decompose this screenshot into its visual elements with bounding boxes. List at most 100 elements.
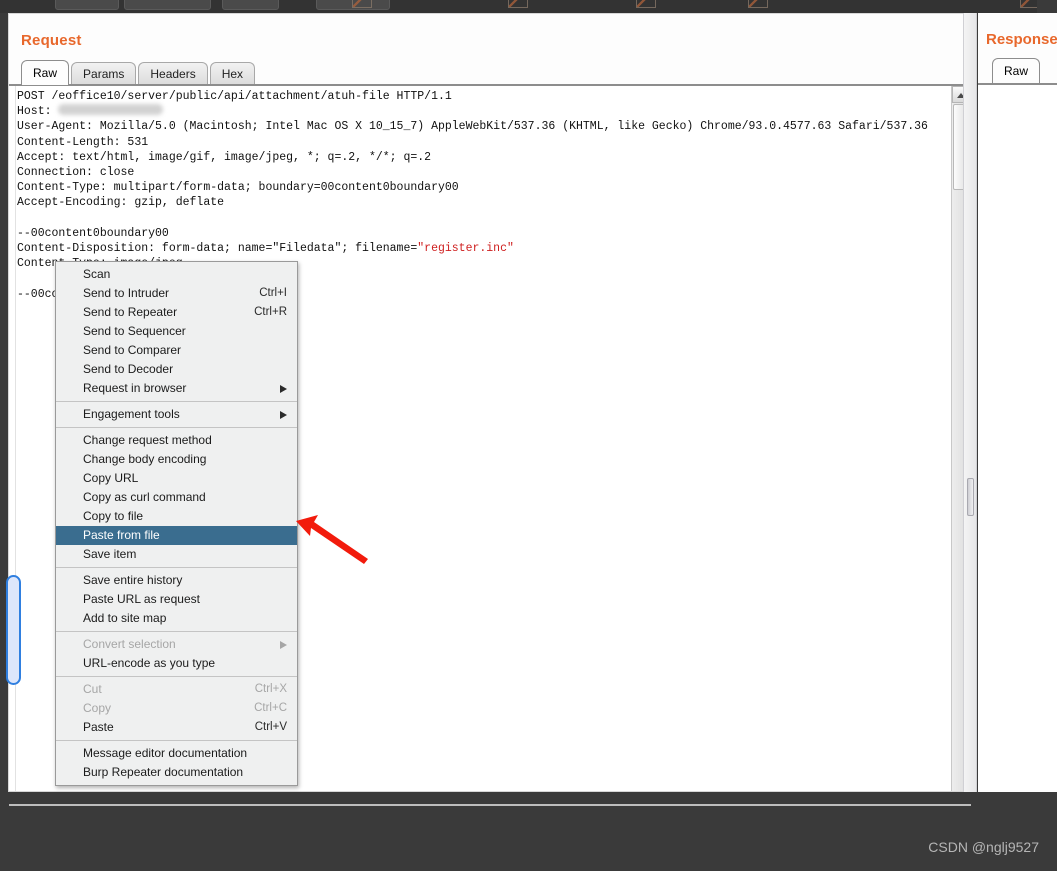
menu-item-label: Save item (83, 547, 137, 561)
toolbar-button-2[interactable] (124, 0, 211, 10)
redacted-host-value (58, 104, 164, 116)
menu-item-label: Copy to file (83, 509, 144, 523)
menu-item-label: Send to Decoder (83, 362, 174, 376)
menu-item-label: Request in browser (83, 381, 187, 395)
menu-separator (56, 631, 297, 632)
submenu-arrow-icon (280, 641, 287, 649)
response-panel: Response Raw (978, 13, 1057, 792)
tab-headers[interactable]: Headers (138, 62, 208, 85)
menu-item-label: URL-encode as you type (83, 656, 216, 670)
menu-item-send-to-decoder[interactable]: Send to Decoder (56, 360, 297, 379)
menu-item-copy-url[interactable]: Copy URL (56, 469, 297, 488)
response-tab-strip[interactable]: Raw (992, 58, 1042, 83)
toolbar-button-3[interactable] (222, 0, 279, 10)
splitter-grip[interactable] (967, 478, 974, 516)
menu-item-label: Send to Comparer (83, 343, 182, 357)
toolbar-icon-3[interactable] (636, 0, 656, 8)
menu-item-label: Engagement tools (83, 407, 180, 421)
menu-item-label: Message editor documentation (83, 746, 248, 760)
panel-splitter[interactable] (963, 13, 977, 792)
menu-item-label: Add to site map (83, 611, 167, 625)
menu-separator (56, 401, 297, 402)
menu-item-label: Paste URL as request (83, 592, 200, 606)
panel-collapse-handle[interactable] (6, 575, 21, 685)
menu-item-label: Burp Repeater documentation (83, 765, 244, 779)
menu-item-shortcut: Ctrl+C (254, 702, 287, 714)
editor-gutter (10, 86, 16, 791)
menu-item-request-in-browser[interactable]: Request in browser (56, 379, 297, 398)
menu-item-label: Paste (83, 720, 114, 734)
menu-item-shortcut: Ctrl+I (259, 287, 287, 299)
menu-item-url-encode-as-you-type[interactable]: URL-encode as you type (56, 654, 297, 673)
menu-item-label: Copy URL (83, 471, 139, 485)
menu-item-shortcut: Ctrl+R (254, 306, 287, 318)
request-line: --00content0boundary00 (17, 226, 169, 240)
menu-item-label: Send to Repeater (83, 305, 178, 319)
request-panel-divider (9, 804, 971, 806)
response-tab-raw[interactable]: Raw (992, 58, 1041, 83)
annotation-arrow-icon (296, 515, 368, 564)
tab-params[interactable]: Params (71, 62, 137, 85)
menu-item-send-to-intruder[interactable]: Send to Intruder Ctrl+I (56, 284, 297, 303)
request-line: Host: (17, 104, 952, 119)
menu-item-copy-to-file[interactable]: Copy to file (56, 507, 297, 526)
menu-item-send-to-repeater[interactable]: Send to Repeater Ctrl+R (56, 303, 297, 322)
menu-item-paste-from-file[interactable]: Paste from file (56, 526, 297, 545)
menu-separator (56, 676, 297, 677)
menu-item-cut: Cut Ctrl+X (56, 680, 297, 699)
menu-item-send-to-comparer[interactable]: Send to Comparer (56, 341, 297, 360)
menu-item-label: Change request method (83, 433, 212, 447)
toolbar-button-1[interactable] (55, 0, 119, 10)
menu-item-paste-url-as-request[interactable]: Paste URL as request (56, 590, 297, 609)
menu-item-paste[interactable]: Paste Ctrl+V (56, 718, 297, 737)
menu-item-label: Copy (83, 701, 112, 715)
response-panel-title: Response (986, 31, 1057, 48)
toolbar-icon-4[interactable] (748, 0, 768, 8)
menu-item-label: Send to Sequencer (83, 324, 186, 338)
menu-item-add-to-site-map[interactable]: Add to site map (56, 609, 297, 628)
tab-hex[interactable]: Hex (209, 62, 256, 85)
menu-item-engagement-tools[interactable]: Engagement tools (56, 405, 297, 424)
menu-item-copy: Copy Ctrl+C (56, 699, 297, 718)
menu-item-change-request-method[interactable]: Change request method (56, 431, 297, 450)
menu-item-convert-selection: Convert selection (56, 635, 297, 654)
request-line: Content-Length: 531 (17, 135, 149, 149)
menu-item-label: Send to Intruder (83, 286, 170, 300)
uploaded-filename: "register.inc" (417, 242, 514, 256)
menu-item-save-entire-history[interactable]: Save entire history (56, 571, 297, 590)
menu-item-change-body-encoding[interactable]: Change body encoding (56, 450, 297, 469)
response-raw-editor[interactable] (978, 85, 1057, 790)
menu-separator (56, 740, 297, 741)
menu-item-burp-repeater-documentation[interactable]: Burp Repeater documentation (56, 763, 297, 782)
context-menu[interactable]: Scan Send to Intruder Ctrl+I Send to Repeat… (55, 261, 298, 786)
menu-item-label: Save entire history (83, 573, 183, 587)
submenu-arrow-icon (280, 385, 287, 393)
tab-raw[interactable]: Raw (21, 60, 70, 85)
toolbar-icon-1[interactable] (352, 0, 372, 8)
menu-item-label: Scan (83, 267, 111, 281)
menu-separator (56, 427, 297, 428)
menu-item-copy-as-curl-command[interactable]: Copy as curl command (56, 488, 297, 507)
menu-item-save-item[interactable]: Save item (56, 545, 297, 564)
request-panel-title: Request (21, 32, 82, 49)
toolbar-icon-2[interactable] (508, 0, 528, 8)
watermark-text: CSDN @nglj9527 (928, 839, 1039, 855)
menu-item-label: Paste from file (83, 528, 160, 542)
menu-item-label: Copy as curl command (83, 490, 206, 504)
request-line (17, 211, 952, 226)
request-line: Content-Disposition: form-data; name="Fi… (17, 242, 514, 256)
submenu-arrow-icon (280, 411, 287, 419)
menu-item-label: Cut (83, 682, 102, 696)
request-line: Accept-Encoding: gzip, deflate (17, 196, 225, 210)
menu-item-label: Change body encoding (83, 452, 207, 466)
request-tab-strip[interactable]: Raw Params Headers Hex (21, 59, 257, 85)
request-line: Connection: close (17, 166, 135, 180)
request-line: Content-Type: multipart/form-data; bound… (17, 181, 459, 195)
menu-item-message-editor-documentation[interactable]: Message editor documentation (56, 744, 297, 763)
request-line: User-Agent: Mozilla/5.0 (Macintosh; Inte… (17, 120, 928, 134)
menu-item-shortcut: Ctrl+X (254, 683, 287, 695)
menu-item-label: Convert selection (83, 637, 176, 651)
menu-item-send-to-sequencer[interactable]: Send to Sequencer (56, 322, 297, 341)
menu-item-scan[interactable]: Scan (56, 265, 297, 284)
menu-separator (56, 567, 297, 568)
